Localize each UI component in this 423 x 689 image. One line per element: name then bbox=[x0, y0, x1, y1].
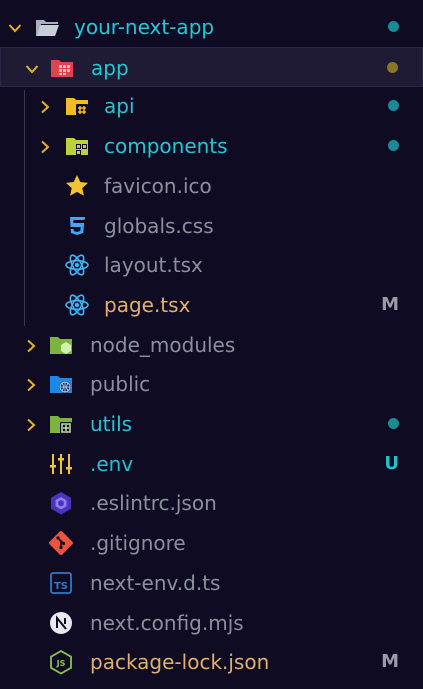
file-explorer-tree: your-next-app app api components favicon.ico… bbox=[0, 0, 423, 689]
chevron-down-icon[interactable] bbox=[8, 20, 22, 34]
tree-folder-row[interactable]: components bbox=[0, 126, 423, 166]
tree-item-label: utils bbox=[90, 412, 133, 436]
tree-item-label: next-env.d.ts bbox=[90, 571, 221, 595]
git-status-dot bbox=[388, 418, 399, 429]
api-folder-icon bbox=[64, 93, 90, 119]
tree-item-label: app bbox=[91, 56, 129, 80]
tree-item-label: node_modules bbox=[90, 333, 236, 357]
tree-item-label: globals.css bbox=[104, 214, 214, 238]
next-icon bbox=[48, 610, 74, 636]
chevron-right-icon[interactable] bbox=[24, 338, 38, 353]
git-status-dot bbox=[387, 62, 398, 73]
node-folder-icon bbox=[48, 332, 74, 358]
app-folder-open-icon bbox=[49, 55, 75, 81]
tree-item-label: .eslintrc.json bbox=[90, 491, 217, 515]
tree-file-row[interactable]: globals.css bbox=[0, 206, 423, 246]
tree-folder-row[interactable]: your-next-app bbox=[0, 7, 423, 47]
tree-item-label: api bbox=[104, 94, 135, 118]
tree-file-row[interactable]: JS package-lock.json M bbox=[0, 642, 423, 682]
tree-item-label: package-lock.json bbox=[90, 650, 270, 674]
eslint-icon bbox=[48, 490, 74, 516]
utils-folder-icon bbox=[48, 411, 74, 437]
chevron-right-icon[interactable] bbox=[24, 377, 38, 392]
typescript-icon: TS bbox=[48, 570, 74, 596]
folder-open-icon bbox=[34, 14, 60, 40]
tree-file-row[interactable]: .eslintrc.json bbox=[0, 483, 423, 523]
chevron-right-icon[interactable] bbox=[24, 417, 38, 432]
tree-folder-row[interactable]: node_modules bbox=[0, 325, 423, 365]
git-status-dot bbox=[388, 100, 399, 111]
react-icon bbox=[64, 292, 90, 318]
tree-item-label: .gitignore bbox=[90, 531, 186, 555]
tree-item-label: components bbox=[104, 134, 228, 158]
tree-item-label: .env bbox=[90, 452, 134, 476]
tree-folder-row[interactable]: api bbox=[0, 86, 423, 126]
tree-folder-row[interactable]: public bbox=[0, 364, 423, 404]
chevron-right-icon[interactable] bbox=[38, 139, 52, 154]
git-status-dot bbox=[388, 140, 399, 151]
css-icon bbox=[64, 213, 90, 239]
tree-file-row[interactable]: next.config.mjs bbox=[0, 603, 423, 643]
tree-item-label: next.config.mjs bbox=[90, 611, 244, 635]
git-status-badge: M bbox=[381, 651, 399, 672]
tree-file-row[interactable]: page.tsx M bbox=[0, 285, 423, 325]
react-icon bbox=[64, 252, 90, 278]
chevron-right-icon[interactable] bbox=[38, 99, 52, 114]
tree-file-row[interactable]: layout.tsx bbox=[0, 245, 423, 285]
svg-text:TS: TS bbox=[54, 581, 68, 592]
nodejs-icon: JS bbox=[48, 649, 74, 675]
tree-file-row[interactable]: TS next-env.d.ts bbox=[0, 563, 423, 603]
tree-item-label: page.tsx bbox=[104, 293, 191, 317]
env-icon bbox=[48, 451, 74, 477]
git-status-badge: M bbox=[381, 294, 399, 315]
public-folder-icon bbox=[48, 371, 74, 397]
star-icon bbox=[64, 173, 90, 199]
tree-folder-row[interactable]: utils bbox=[0, 404, 423, 444]
tree-item-label: your-next-app bbox=[74, 15, 215, 39]
tree-item-label: public bbox=[90, 372, 151, 396]
tree-item-label: favicon.ico bbox=[104, 174, 212, 198]
git-icon bbox=[48, 530, 74, 556]
tree-file-row[interactable]: favicon.ico bbox=[0, 166, 423, 206]
tree-folder-row[interactable]: app bbox=[0, 47, 423, 87]
tree-file-row[interactable]: .gitignore bbox=[0, 523, 423, 563]
tree-item-label: layout.tsx bbox=[104, 253, 203, 277]
components-folder-icon bbox=[64, 133, 90, 159]
svg-text:JS: JS bbox=[56, 659, 66, 668]
git-status-badge: U bbox=[384, 453, 399, 474]
tree-file-row[interactable]: .env U bbox=[0, 444, 423, 484]
git-status-dot bbox=[388, 21, 399, 32]
chevron-down-icon[interactable] bbox=[25, 61, 39, 75]
